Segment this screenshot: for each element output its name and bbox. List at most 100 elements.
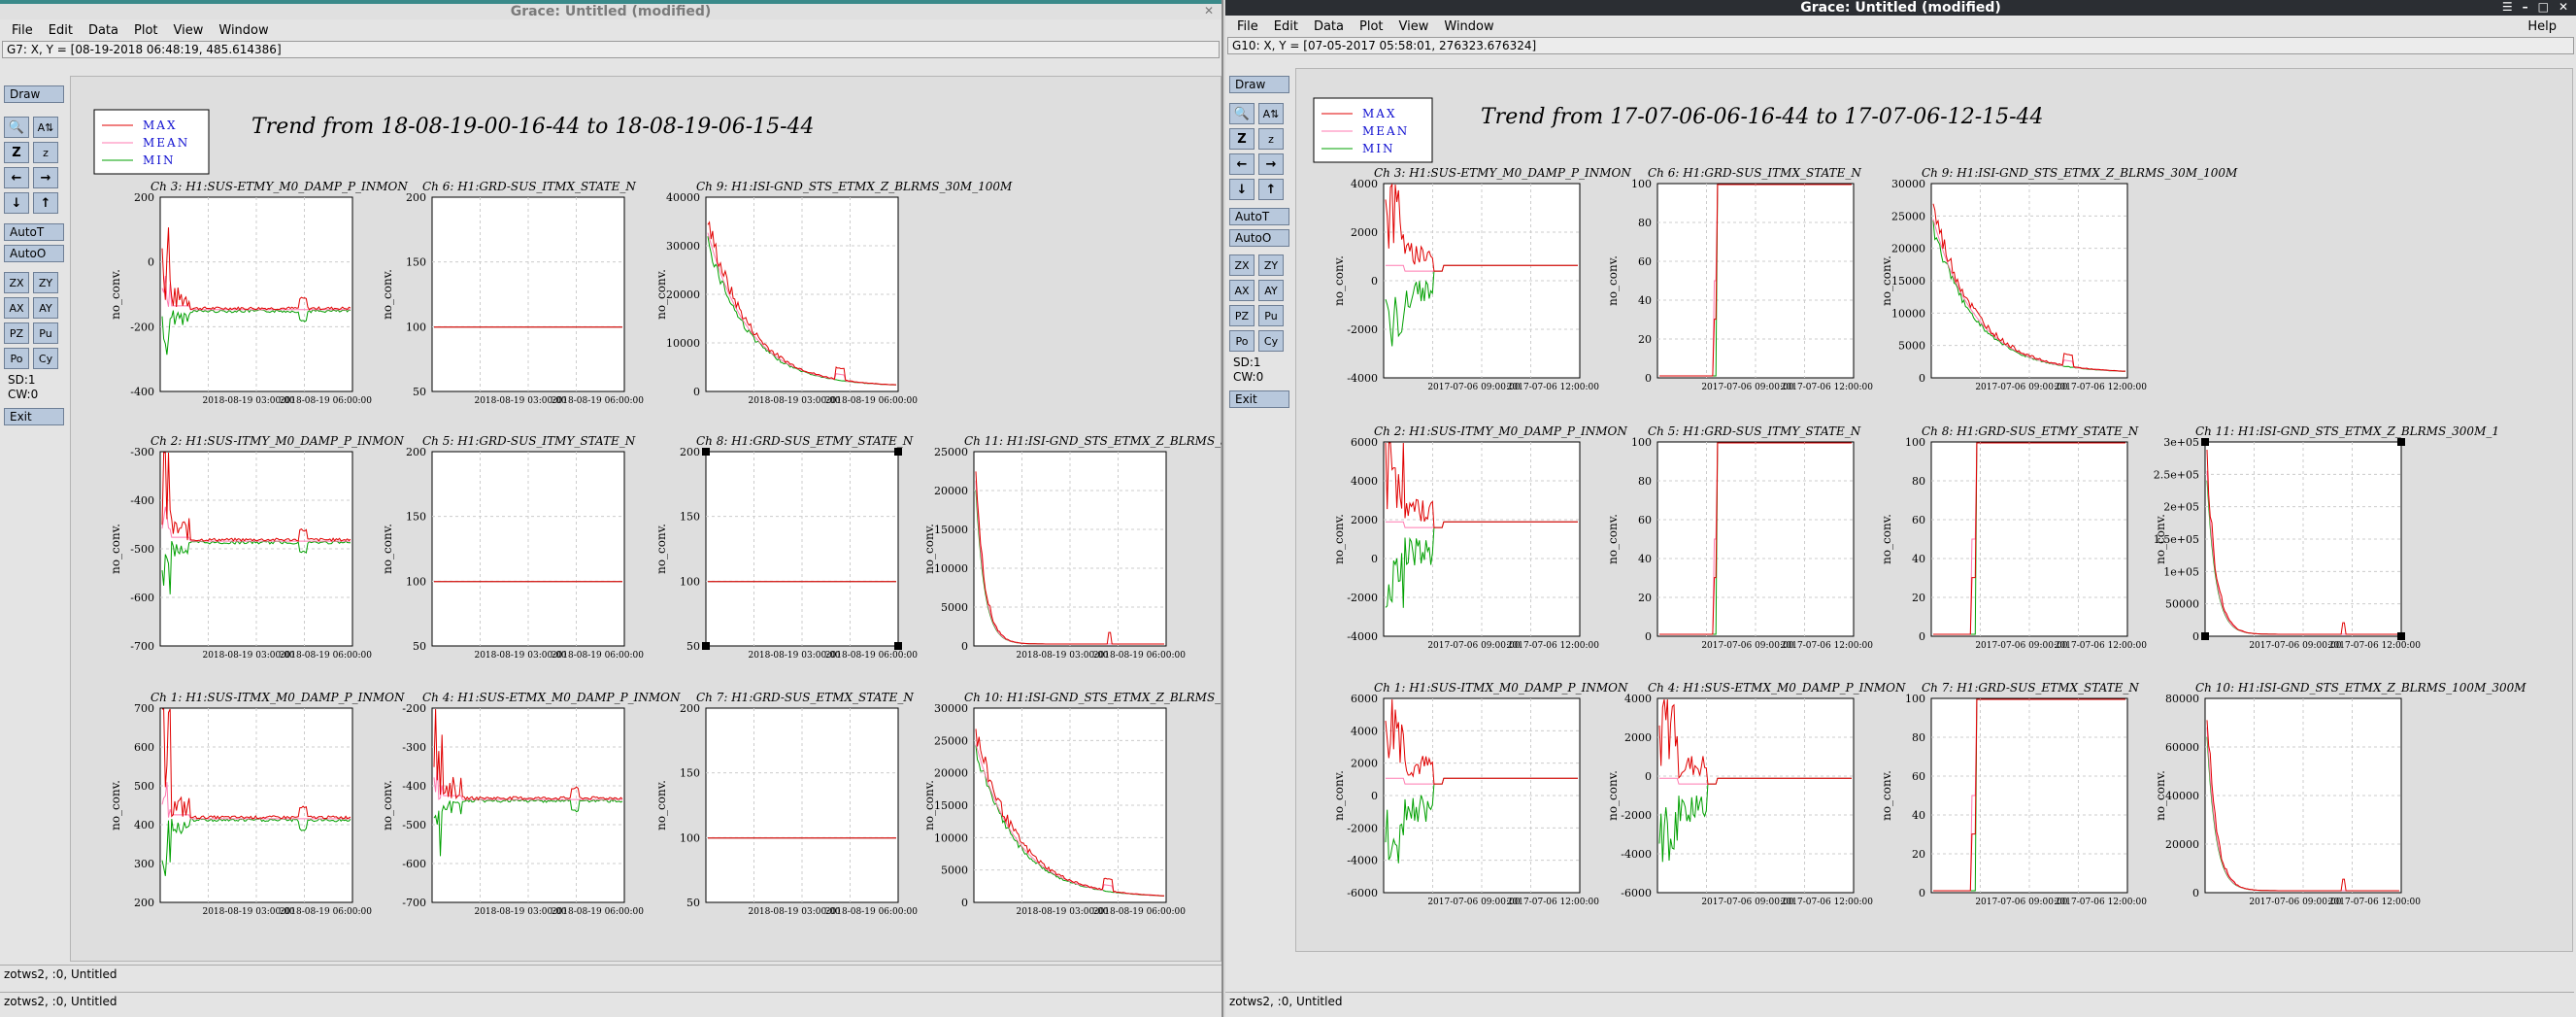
close-icon[interactable]: ✕	[1204, 4, 1214, 17]
menu-data[interactable]: Data	[83, 21, 124, 40]
panel-title: Ch 7: H1:GRD-SUS_ETMX_STATE_N	[696, 691, 914, 704]
menu-window[interactable]: Window	[1438, 17, 1499, 36]
zx-button[interactable]: ZX	[1229, 254, 1255, 276]
y-tick-label: -300	[130, 446, 154, 458]
menu-plot[interactable]: Plot	[1354, 17, 1389, 36]
status-bar: zotws2, :0, Untitled	[0, 965, 1221, 982]
y-axis-label: no_conv.	[109, 780, 122, 831]
trend-title: Trend from 18-08-19-00-16-44 to 18-08-19…	[251, 115, 815, 139]
zoom-icon[interactable]: 🔍	[4, 117, 29, 138]
menu-view[interactable]: View	[168, 21, 210, 40]
ay-button[interactable]: AY	[33, 297, 58, 319]
zoom-icon[interactable]: 🔍	[1229, 103, 1255, 124]
y-tick-label: 0	[1919, 887, 1925, 899]
draw-button[interactable]: Draw	[1229, 76, 1289, 93]
y-tick-label: 200	[680, 702, 700, 715]
close-icon[interactable]: ✕	[2559, 0, 2568, 14]
zx-button[interactable]: ZX	[4, 272, 29, 293]
y-tick-label: 30000	[666, 240, 700, 253]
zy-button[interactable]: ZY	[33, 272, 58, 293]
y-tick-label: 100	[1631, 436, 1652, 449]
panel-title: Ch 5: H1:GRD-SUS_ITMY_STATE_N	[422, 434, 636, 448]
zoom-out-icon[interactable]: z	[1258, 128, 1284, 150]
pz-button[interactable]: PZ	[4, 322, 29, 344]
draw-button[interactable]: Draw	[4, 85, 64, 103]
exit-button[interactable]: Exit	[4, 408, 64, 425]
menu-plot[interactable]: Plot	[128, 21, 164, 40]
legend-label: MAX	[1362, 107, 1397, 120]
panel-title: Ch 4: H1:SUS-ETMX_M0_DAMP_P_INMON	[422, 691, 681, 704]
zoom-in-icon[interactable]: Z	[4, 142, 29, 163]
x-tick-label: 2017-07-06 12:00:00	[1507, 898, 1599, 907]
autoscale-icon[interactable]: A⇅	[33, 117, 58, 138]
trend-plots-left: MAX MEAN MIN Trend from 18-08-19-00-16-44 t…	[93, 109, 1221, 917]
arrow-down-icon[interactable]: ↓	[4, 192, 29, 214]
arrow-up-icon[interactable]: ↑	[1258, 179, 1284, 200]
graph-canvas[interactable]: MAX MEAN MIN Trend from 17-07-06-06-16-44 t…	[1295, 68, 2573, 952]
ax-button[interactable]: AX	[1229, 280, 1255, 301]
po-button[interactable]: Po	[1229, 330, 1255, 352]
minimize-icon[interactable]: –	[2523, 0, 2528, 14]
menu-edit[interactable]: Edit	[43, 21, 79, 40]
y-tick-label: 0	[1919, 372, 1925, 385]
ax-button[interactable]: AX	[4, 297, 29, 319]
y-tick-label: 4000	[1351, 178, 1378, 190]
zoom-out-icon[interactable]: z	[33, 142, 58, 163]
y-tick-label: -400	[130, 494, 154, 507]
menu-data[interactable]: Data	[1308, 17, 1350, 36]
arrow-right-icon[interactable]: →	[1258, 153, 1284, 175]
menu-edit[interactable]: Edit	[1268, 17, 1304, 36]
y-tick-label: 10000	[666, 337, 700, 350]
y-tick-label: 4000	[1351, 725, 1378, 737]
panel-title: Ch 6: H1:GRD-SUS_ITMX_STATE_N	[422, 180, 636, 193]
arrow-left-icon[interactable]: ←	[1229, 153, 1255, 175]
y-axis-label: no_conv.	[2154, 514, 2167, 564]
y-tick-label: 100	[406, 321, 426, 333]
menu-view[interactable]: View	[1393, 17, 1435, 36]
zy-button[interactable]: ZY	[1258, 254, 1284, 276]
arrow-up-icon[interactable]: ↑	[33, 192, 58, 214]
menu-file[interactable]: File	[6, 21, 39, 40]
menu-file[interactable]: File	[1231, 17, 1264, 36]
chart-panel: Ch 7: H1:GRD-SUS_ETMX_STATE_N100 80 60 40 20…	[1880, 681, 2147, 907]
menu-icon[interactable]: ☰	[2502, 0, 2513, 14]
arrow-left-icon[interactable]: ←	[4, 167, 29, 188]
arrow-down-icon[interactable]: ↓	[1229, 179, 1255, 200]
x-tick-label: 2018-08-19 06:00:00	[552, 907, 644, 917]
graph-canvas[interactable]: MAX MEAN MIN Trend from 18-08-19-00-16-44 t…	[70, 76, 1221, 962]
chart-panel: Ch 8: H1:GRD-SUS_ETMY_STATE_N200 150 100 50…	[654, 434, 918, 661]
y-tick-label: 40	[1912, 553, 1925, 565]
autoo-button[interactable]: AutoO	[4, 245, 64, 262]
pz-button[interactable]: PZ	[1229, 305, 1255, 326]
autot-button[interactable]: AutoT	[1229, 208, 1289, 225]
menu-window[interactable]: Window	[213, 21, 274, 40]
zoom-in-icon[interactable]: Z	[1229, 128, 1255, 150]
y-tick-label: 5000	[941, 601, 968, 614]
y-tick-label: 40000	[2165, 790, 2199, 802]
cy-button[interactable]: Cy	[1258, 330, 1284, 352]
y-axis-label: no_conv.	[654, 780, 668, 831]
pu-button[interactable]: Pu	[33, 322, 58, 344]
panel-title: Ch 5: H1:GRD-SUS_ITMY_STATE_N	[1648, 424, 1861, 438]
cy-button[interactable]: Cy	[33, 348, 58, 369]
autot-button[interactable]: AutoT	[4, 223, 64, 241]
x-tick-label: 2018-08-19 06:00:00	[552, 396, 644, 406]
y-tick-label: 20000	[1891, 243, 1925, 255]
title-bar: Grace: Untitled (modified) ☰ – □ ✕	[1225, 0, 2576, 16]
arrow-right-icon[interactable]: →	[33, 167, 58, 188]
chart-panel: Ch 11: H1:ISI-GND_STS_ETMX_Z_BLRMS_300M_…	[2154, 424, 2499, 651]
exit-button[interactable]: Exit	[1229, 390, 1289, 408]
autoscale-icon[interactable]: A⇅	[1258, 103, 1284, 124]
autoo-button[interactable]: AutoO	[1229, 229, 1289, 247]
menu-bar: File Edit Data Plot View Window	[0, 19, 1221, 41]
legend: MAX MEAN MIN	[1313, 97, 1433, 163]
menu-help[interactable]: Help	[2522, 17, 2562, 36]
trend-plots-right: MAX MEAN MIN Trend from 17-07-06-06-16-44 t…	[1313, 97, 2526, 907]
maximize-icon[interactable]: □	[2538, 0, 2549, 14]
y-axis-label: no_conv.	[381, 269, 394, 320]
po-button[interactable]: Po	[4, 348, 29, 369]
selection-handle	[894, 448, 902, 456]
ay-button[interactable]: AY	[1258, 280, 1284, 301]
pu-button[interactable]: Pu	[1258, 305, 1284, 326]
x-tick-label: 2017-07-06 12:00:00	[1507, 641, 1599, 651]
